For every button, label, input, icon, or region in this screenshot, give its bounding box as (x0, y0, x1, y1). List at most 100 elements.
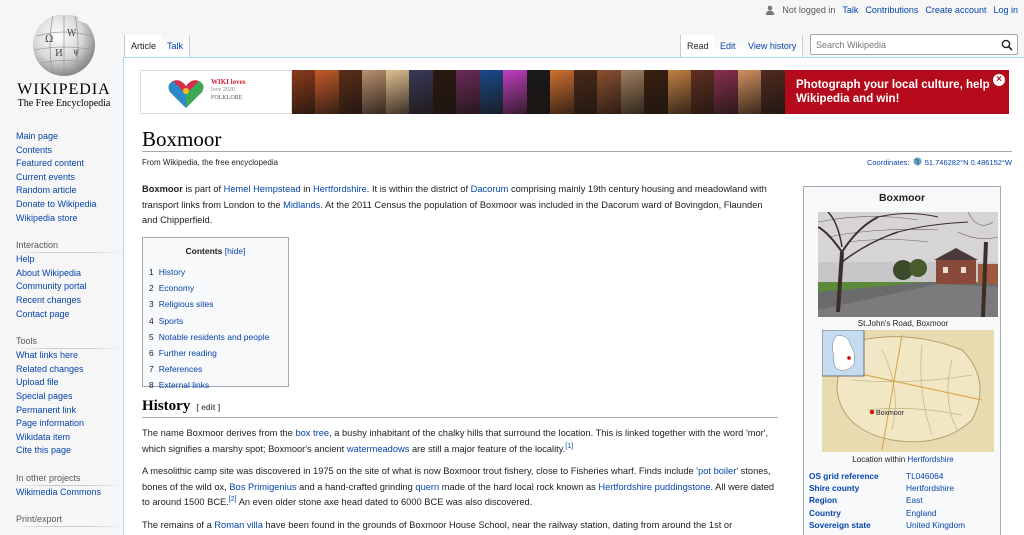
location-map[interactable]: Boxmoor (822, 330, 994, 452)
infobox-key[interactable]: Country (809, 507, 906, 519)
sidebar-item-current-events[interactable]: Current events (16, 172, 75, 182)
banner-message: Photograph your local culture, help Wiki… (796, 79, 990, 105)
link-box-tree[interactable]: box tree (295, 428, 329, 438)
sidebar-item-contents[interactable]: Contents (16, 145, 52, 155)
sidebar-item-cite-page[interactable]: Cite this page (16, 445, 71, 455)
sidebar-item-community-portal[interactable]: Community portal (16, 281, 87, 291)
link-hertfordshire[interactable]: Hertfordshire (313, 184, 367, 194)
personal-contributions-link[interactable]: Contributions (865, 5, 918, 15)
toc-item[interactable]: 1 History (149, 264, 282, 280)
sidebar-item-what-links-here[interactable]: What links here (16, 350, 78, 360)
infobox-key[interactable]: Sovereign state (809, 519, 906, 531)
search-input[interactable] (811, 35, 991, 55)
infobox-title: Boxmoor (878, 192, 926, 204)
map-caption-link[interactable]: Hertfordshire (907, 455, 953, 464)
banner-photo-tile (573, 70, 598, 114)
toc-number: 8 (149, 380, 154, 391)
intro-paragraph: Boxmoor is part of Hemel Hempstead in He… (142, 182, 778, 229)
coordinates-link[interactable]: 51.746282°N 0.486152°W (925, 158, 1012, 167)
toc-link-sports[interactable]: Sports (159, 316, 184, 326)
sidebar-item-permanent-link[interactable]: Permanent link (16, 405, 76, 415)
site-subtitle: From Wikipedia, the free encyclopedia (142, 158, 279, 167)
create-account-link[interactable]: Create account (925, 5, 986, 15)
tab-edit[interactable]: Edit (714, 35, 742, 57)
section-heading-history: History [ edit ] (142, 398, 778, 418)
wiki-loves-folklore-banner[interactable]: WIKI loves love 2020 FOLKLORE Photograph… (140, 70, 1009, 114)
sidebar-item-page-information[interactable]: Page information (16, 418, 84, 428)
infobox: Boxmoor St.John's Road, Boxmoor Boxmoor … (803, 186, 1001, 535)
link-roman-villa[interactable]: Roman villa (214, 520, 263, 530)
toc-item[interactable]: 2 Economy (149, 280, 282, 296)
sidebar-item-special-pages[interactable]: Special pages (16, 391, 73, 401)
infobox-value[interactable]: Hertfordshire (906, 482, 965, 494)
infobox-key[interactable]: OS grid reference (809, 470, 906, 482)
toc-item[interactable]: 5 Notable residents and people (149, 329, 282, 345)
toc-item[interactable]: 3 Religious sites (149, 296, 282, 312)
infobox-value[interactable]: East (906, 494, 965, 506)
infobox-row: Region East (809, 494, 965, 506)
banner-logo: WIKI loves love 2020 FOLKLORE (140, 70, 292, 114)
sidebar-item-contact[interactable]: Contact page (16, 309, 70, 319)
sidebar-item-donate[interactable]: Donate to Wikipedia (16, 199, 97, 209)
toc-link-religious-sites[interactable]: Religious sites (159, 299, 214, 309)
link-midlands[interactable]: Midlands (283, 200, 320, 210)
infobox-key[interactable]: Shire county (809, 482, 906, 494)
infobox-value[interactable]: TL046064 (906, 470, 965, 482)
reference-1[interactable]: [1] (565, 442, 573, 449)
link-bos-primigenius[interactable]: Bos Primigenius (229, 482, 296, 492)
sidebar-item-featured-content[interactable]: Featured content (16, 158, 84, 168)
tab-article[interactable]: Article (124, 35, 163, 57)
sidebar-item-related-changes[interactable]: Related changes (16, 364, 84, 374)
link-dacorum[interactable]: Dacorum (471, 184, 509, 194)
infobox-value[interactable]: United Kingdom (906, 519, 965, 531)
toc-item[interactable]: 4 Sports (149, 313, 282, 329)
sidebar-item-help[interactable]: Help (16, 254, 35, 264)
search-icon[interactable] (1001, 39, 1013, 51)
article-body: Boxmoor is part of Hemel Hempstead in He… (142, 182, 778, 535)
sidebar-item-recent-changes[interactable]: Recent changes (16, 295, 81, 305)
banner-photo-tile (292, 70, 316, 114)
toc-link-notable-residents[interactable]: Notable residents and people (159, 332, 270, 342)
link-hemel-hempstead[interactable]: Hemel Hempstead (224, 184, 301, 194)
link-puddingstone[interactable]: Hertfordshire puddingstone (598, 482, 710, 492)
infobox-value[interactable]: England (906, 507, 965, 519)
toc-item[interactable]: 7 References (149, 361, 282, 377)
toc-link-economy[interactable]: Economy (159, 283, 194, 293)
tab-read[interactable]: Read (680, 35, 715, 57)
toc-item[interactable]: 6 Further reading (149, 345, 282, 361)
link-pot-boiler[interactable]: pot boiler (698, 466, 736, 476)
wikipedia-logo[interactable]: Ω W И ψ WIKIPEDIA The Free Encyclopedia (0, 0, 128, 120)
infobox-photo[interactable] (818, 212, 998, 317)
sidebar-heading-print: Print/export (16, 514, 63, 525)
toc-heading: Contents (185, 245, 223, 256)
edit-section-link[interactable]: [ edit ] (196, 403, 220, 412)
toc-hide-toggle[interactable]: [hide] (225, 246, 246, 256)
sidebar-item-wikimedia-commons[interactable]: Wikimedia Commons (16, 487, 101, 497)
sidebar-item-store[interactable]: Wikipedia store (16, 213, 78, 223)
sidebar-item-random-article[interactable]: Random article (16, 185, 77, 195)
sidebar-item-about[interactable]: About Wikipedia (16, 268, 81, 278)
toc-link-references[interactable]: References (159, 364, 202, 374)
globe-icon (913, 157, 922, 166)
tab-view-history[interactable]: View history (742, 35, 804, 57)
close-icon[interactable]: × (993, 74, 1005, 86)
tab-talk[interactable]: Talk (161, 35, 191, 57)
personal-talk-link[interactable]: Talk (842, 5, 858, 15)
sidebar-item-upload-file[interactable]: Upload file (16, 377, 59, 387)
toc-link-further-reading[interactable]: Further reading (159, 348, 217, 358)
link-quern[interactable]: quern (415, 482, 439, 492)
banner-photo-tile (737, 70, 762, 114)
sidebar-divider (16, 526, 122, 528)
title-divider (142, 151, 1012, 152)
sidebar-item-wikidata-item[interactable]: Wikidata item (16, 432, 70, 442)
toc-link-history[interactable]: History (159, 267, 185, 277)
reference-2[interactable]: [2] (229, 496, 237, 503)
logo-tagline: The Free Encyclopedia (17, 98, 111, 109)
link-watermeadows[interactable]: watermeadows (347, 444, 410, 454)
sidebar-item-main-page[interactable]: Main page (16, 131, 58, 141)
toc-link-external-links[interactable]: External links (159, 380, 210, 390)
text: is part of (182, 184, 224, 194)
login-link[interactable]: Log in (993, 5, 1018, 15)
toc-item[interactable]: 8 External links (149, 377, 282, 393)
infobox-key[interactable]: Region (809, 494, 906, 506)
